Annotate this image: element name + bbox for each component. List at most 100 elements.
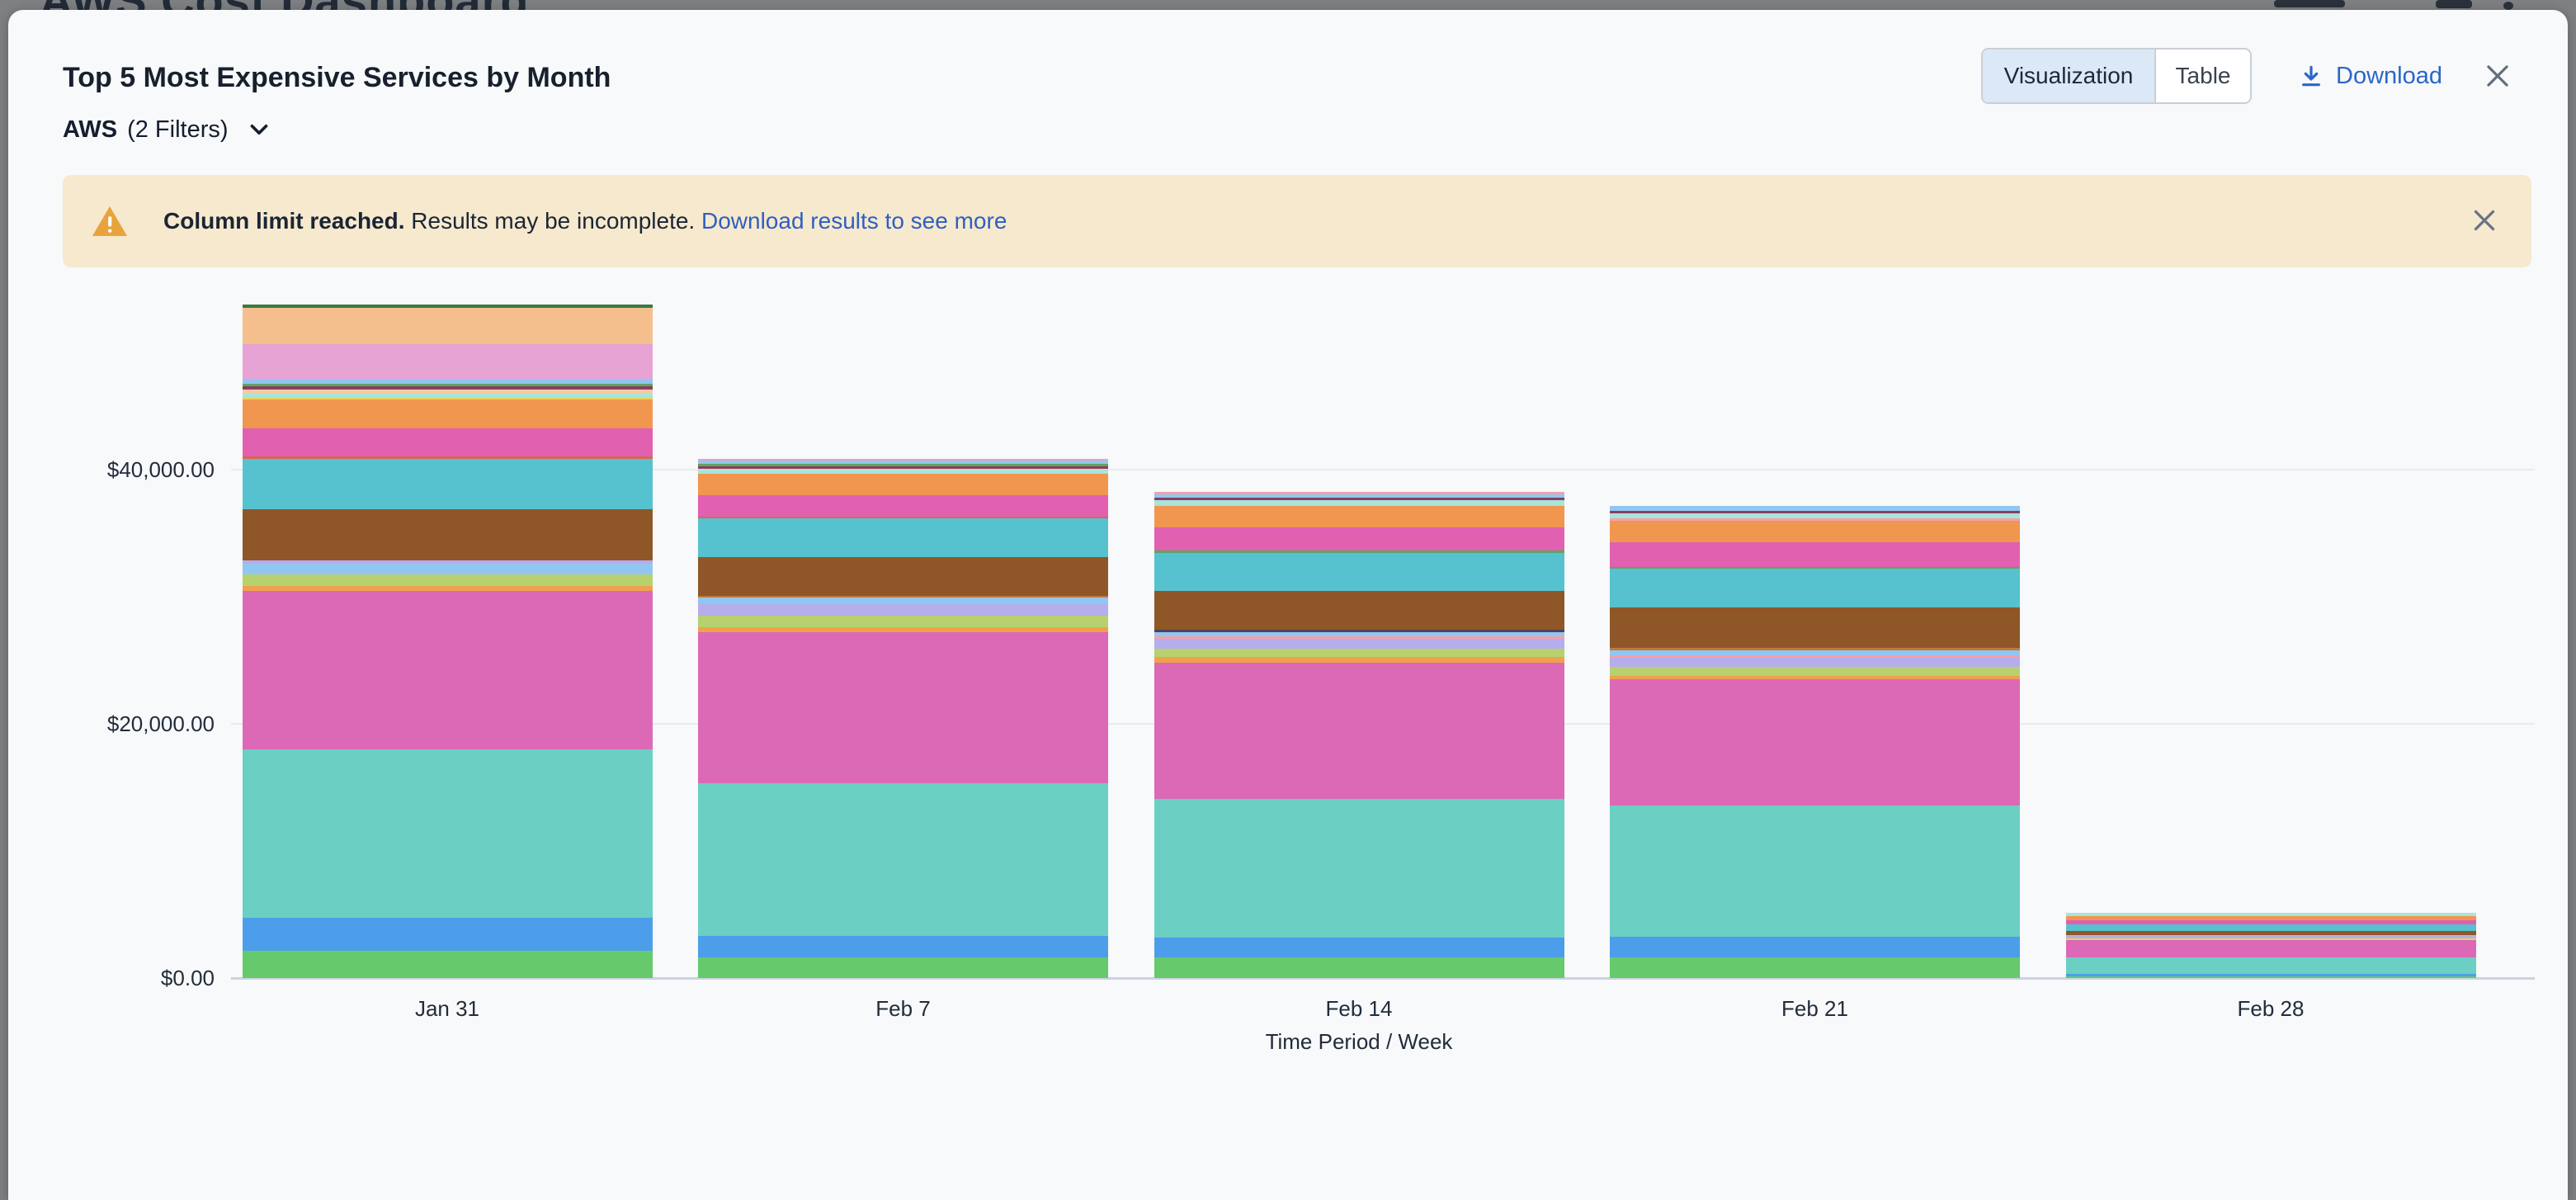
bar-segment-feb-14-yellow_green[interactable] <box>1154 649 1564 657</box>
bar-segment-feb-7-orchid[interactable] <box>698 632 1108 783</box>
bar-segment-feb-21-brown[interactable] <box>1610 607 2020 648</box>
bar-segment-feb-7-coral[interactable] <box>698 517 1108 518</box>
bar-segment-feb-14-turquoise[interactable] <box>1154 553 1564 592</box>
bar-segment-feb-21-yellow_green[interactable] <box>1610 667 2020 676</box>
bar-segment-feb-14-green[interactable] <box>1154 957 1564 978</box>
x-axis-tick-label: Feb 28 <box>2163 996 2378 1022</box>
bar-segment-jan-31-periwinkle[interactable] <box>243 560 653 564</box>
bar-segment-feb-7-med_green[interactable] <box>698 464 1108 466</box>
bar-segment-jan-31-orange[interactable] <box>243 399 653 428</box>
bar-segment-feb-7-blue[interactable] <box>698 936 1108 957</box>
bar-segment-jan-31-blue[interactable] <box>243 918 653 951</box>
bar-segment-feb-21-salmon[interactable] <box>1610 518 2020 520</box>
bar-segment-jan-31-green[interactable] <box>243 951 653 978</box>
bar-segment-feb-14-hot_pink[interactable] <box>1154 527 1564 550</box>
bar-segment-feb-7-maroon[interactable] <box>698 466 1108 469</box>
bar-segment-feb-7-aqua[interactable] <box>698 783 1108 936</box>
bar-segment-jan-31-orange_thin[interactable] <box>243 586 653 591</box>
bar-segment-jan-31-light_teal[interactable] <box>243 394 653 398</box>
bar-segment-feb-28-orchid[interactable] <box>2066 939 2476 957</box>
bar-segment-feb-28-periwinkle[interactable] <box>2066 935 2476 938</box>
bar-segment-feb-14-med_green[interactable] <box>1154 550 1564 553</box>
x-axis-tick-label: Jan 31 <box>340 996 554 1022</box>
bar-segment-feb-21-hot_pink[interactable] <box>1610 542 2020 567</box>
bar-segment-feb-7-salmon[interactable] <box>698 459 1108 461</box>
bar-segment-feb-21-periwinkle[interactable] <box>1610 658 2020 668</box>
bar-segment-feb-14-sky[interactable] <box>1154 632 1564 636</box>
bar-segment-feb-21-turquoise[interactable] <box>1610 569 2020 607</box>
bar-segment-feb-14-orange_thin[interactable] <box>1154 657 1564 663</box>
bar-segment-feb-7-orange[interactable] <box>698 474 1108 495</box>
bar-segment-feb-21-med_green[interactable] <box>1610 567 2020 569</box>
bar-segment-feb-21-green[interactable] <box>1610 957 2020 978</box>
bar-segment-feb-21-maroon[interactable] <box>1610 511 2020 513</box>
bar-segment-feb-14-sky[interactable] <box>1154 494 1564 498</box>
bar-segment-jan-31-peach_light[interactable] <box>243 390 653 394</box>
bar-segment-jan-31-orchid[interactable] <box>243 591 653 749</box>
bar-segment-feb-7-brown[interactable] <box>698 557 1108 596</box>
bar-segment-jan-31-coral[interactable] <box>243 456 653 459</box>
bar-segment-feb-7-sky[interactable] <box>698 461 1108 464</box>
bar-segment-jan-31-sky[interactable] <box>243 564 653 574</box>
bar-segment-feb-28-turquoise[interactable] <box>2066 924 2476 931</box>
bar-segment-feb-28-blue[interactable] <box>2066 974 2476 976</box>
bar-segment-jan-31-hot_pink[interactable] <box>243 428 653 456</box>
bar-segment-feb-7-orange_brown[interactable] <box>698 596 1108 598</box>
bar-segment-feb-28-aqua[interactable] <box>2066 957 2476 974</box>
bar-segment-feb-7-periwinkle[interactable] <box>698 604 1108 616</box>
bar-segment-feb-21-orange_thin[interactable] <box>1610 676 2020 679</box>
bar-segment-jan-31-med_green[interactable] <box>243 384 653 386</box>
bar-segment-feb-14-brown[interactable] <box>1154 591 1564 630</box>
bar-segment-jan-31-maroon[interactable] <box>243 386 653 390</box>
y-axis-tick-label: $0.00 <box>25 966 215 991</box>
bar-segment-feb-14-salmon[interactable] <box>1154 492 1564 494</box>
bar-segment-feb-14-salmon[interactable] <box>1154 636 1564 639</box>
bar-segment-feb-21-orange_brown[interactable] <box>1610 648 2020 650</box>
bar-segment-jan-31-sky[interactable] <box>243 379 653 384</box>
bar-segment-feb-28-hot_pink[interactable] <box>2066 920 2476 924</box>
bar-segment-jan-31-plum[interactable] <box>243 344 653 379</box>
bar-segment-feb-28-yellow[interactable] <box>2066 938 2476 940</box>
bar-segment-feb-14-orchid[interactable] <box>1154 663 1564 799</box>
bar-segment-feb-14-aqua[interactable] <box>1154 799 1564 938</box>
bar-segment-feb-21-orange[interactable] <box>1610 521 2020 542</box>
y-axis-tick-label: $40,000.00 <box>25 457 215 483</box>
bar-segment-feb-7-sky[interactable] <box>698 598 1108 604</box>
bar-segment-feb-21-salmon[interactable] <box>1610 655 2020 658</box>
bar-segment-feb-21-light_teal[interactable] <box>1610 513 2020 518</box>
background-toolbar-fragment <box>2503 2 2513 10</box>
bar-segment-feb-21-orchid[interactable] <box>1610 679 2020 806</box>
bar-segment-feb-21-sky[interactable] <box>1610 506 2020 512</box>
bar-segment-feb-7-orange_thin[interactable] <box>698 627 1108 632</box>
bar-segment-feb-28-green[interactable] <box>2066 976 2476 978</box>
bar-segment-jan-31-dark_green[interactable] <box>243 305 653 308</box>
bar-segment-feb-21-aqua[interactable] <box>1610 806 2020 937</box>
bar-segment-jan-31-brown[interactable] <box>243 509 653 560</box>
bar-segment-feb-14-maroon[interactable] <box>1154 498 1564 500</box>
x-axis-title: Time Period / Week <box>1194 1029 1524 1055</box>
bar-segment-feb-21-blue[interactable] <box>1610 937 2020 957</box>
bar-segment-feb-21-sky[interactable] <box>1610 650 2020 655</box>
bar-segment-jan-31-peach[interactable] <box>243 308 653 344</box>
x-axis-tick-label: Feb 14 <box>1252 996 1466 1022</box>
x-axis-tick-label: Feb 21 <box>1708 996 1923 1022</box>
bar-segment-feb-14-light_teal[interactable] <box>1154 500 1564 506</box>
bar-segment-jan-31-yellow_green[interactable] <box>243 574 653 586</box>
bar-segment-feb-14-dark_slate[interactable] <box>1154 630 1564 632</box>
bar-segment-jan-31-yellow[interactable] <box>243 398 653 399</box>
bar-segment-feb-7-green[interactable] <box>698 957 1108 978</box>
y-axis-tick-label: $20,000.00 <box>25 711 215 737</box>
bar-segment-feb-28-brown[interactable] <box>2066 931 2476 935</box>
bar-segment-feb-14-blue[interactable] <box>1154 938 1564 957</box>
bar-segment-feb-14-orange[interactable] <box>1154 506 1564 527</box>
bar-segment-jan-31-aqua[interactable] <box>243 749 653 918</box>
bar-segment-feb-28-orange[interactable] <box>2066 916 2476 920</box>
bar-segment-feb-28-light_teal[interactable] <box>2066 913 2476 916</box>
bar-segment-feb-7-turquoise[interactable] <box>698 518 1108 557</box>
bar-segment-feb-7-light_teal[interactable] <box>698 470 1108 474</box>
bar-segment-feb-14-periwinkle[interactable] <box>1154 639 1564 649</box>
bar-segment-feb-7-hot_pink[interactable] <box>698 495 1108 517</box>
bar-segment-jan-31-turquoise[interactable] <box>243 459 653 509</box>
bar-segment-feb-7-yellow_green[interactable] <box>698 616 1108 627</box>
bar-segment-feb-7-peach_light[interactable] <box>698 469 1108 470</box>
